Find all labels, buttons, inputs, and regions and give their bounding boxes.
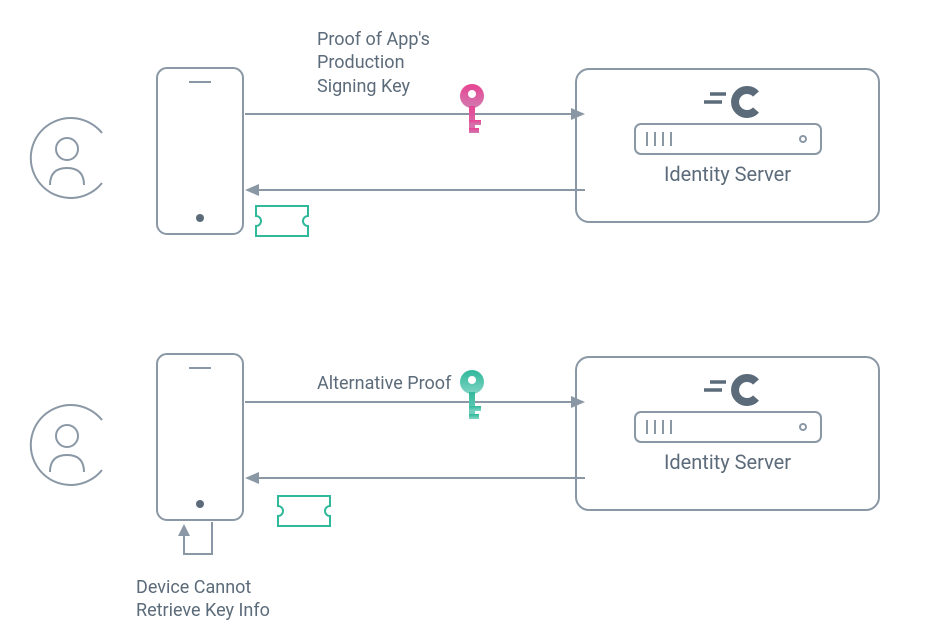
server-logo-icon bbox=[668, 82, 788, 122]
user-icon bbox=[22, 113, 112, 203]
server-rack-icon bbox=[633, 410, 823, 444]
arrow-request bbox=[245, 104, 585, 124]
user-icon bbox=[22, 400, 112, 490]
arrow-device-self bbox=[172, 522, 232, 572]
proof-label: Proof of App's Production Signing Key bbox=[317, 28, 430, 98]
identity-server-box: Identity Server bbox=[575, 356, 880, 511]
key-icon-teal bbox=[450, 368, 494, 424]
server-label: Identity Server bbox=[664, 162, 791, 186]
phone-icon bbox=[155, 352, 245, 522]
arrow-response bbox=[245, 468, 585, 488]
ticket-icon bbox=[254, 204, 310, 238]
scene-alternative-proof: Identity Server Alternative Proof Device… bbox=[0, 340, 939, 640]
server-label: Identity Server bbox=[664, 450, 791, 474]
phone-icon bbox=[155, 66, 245, 236]
server-rack-icon bbox=[633, 122, 823, 156]
ticket-icon bbox=[276, 494, 332, 528]
identity-server-box: Identity Server bbox=[575, 68, 880, 223]
server-logo-icon bbox=[668, 370, 788, 410]
arrow-response bbox=[245, 180, 585, 200]
scene-production-key: Identity Server Proof of App's Productio… bbox=[0, 28, 939, 278]
proof-label: Alternative Proof bbox=[317, 372, 451, 395]
key-icon-pink bbox=[450, 82, 494, 138]
device-note: Device Cannot Retrieve Key Info bbox=[136, 576, 270, 623]
